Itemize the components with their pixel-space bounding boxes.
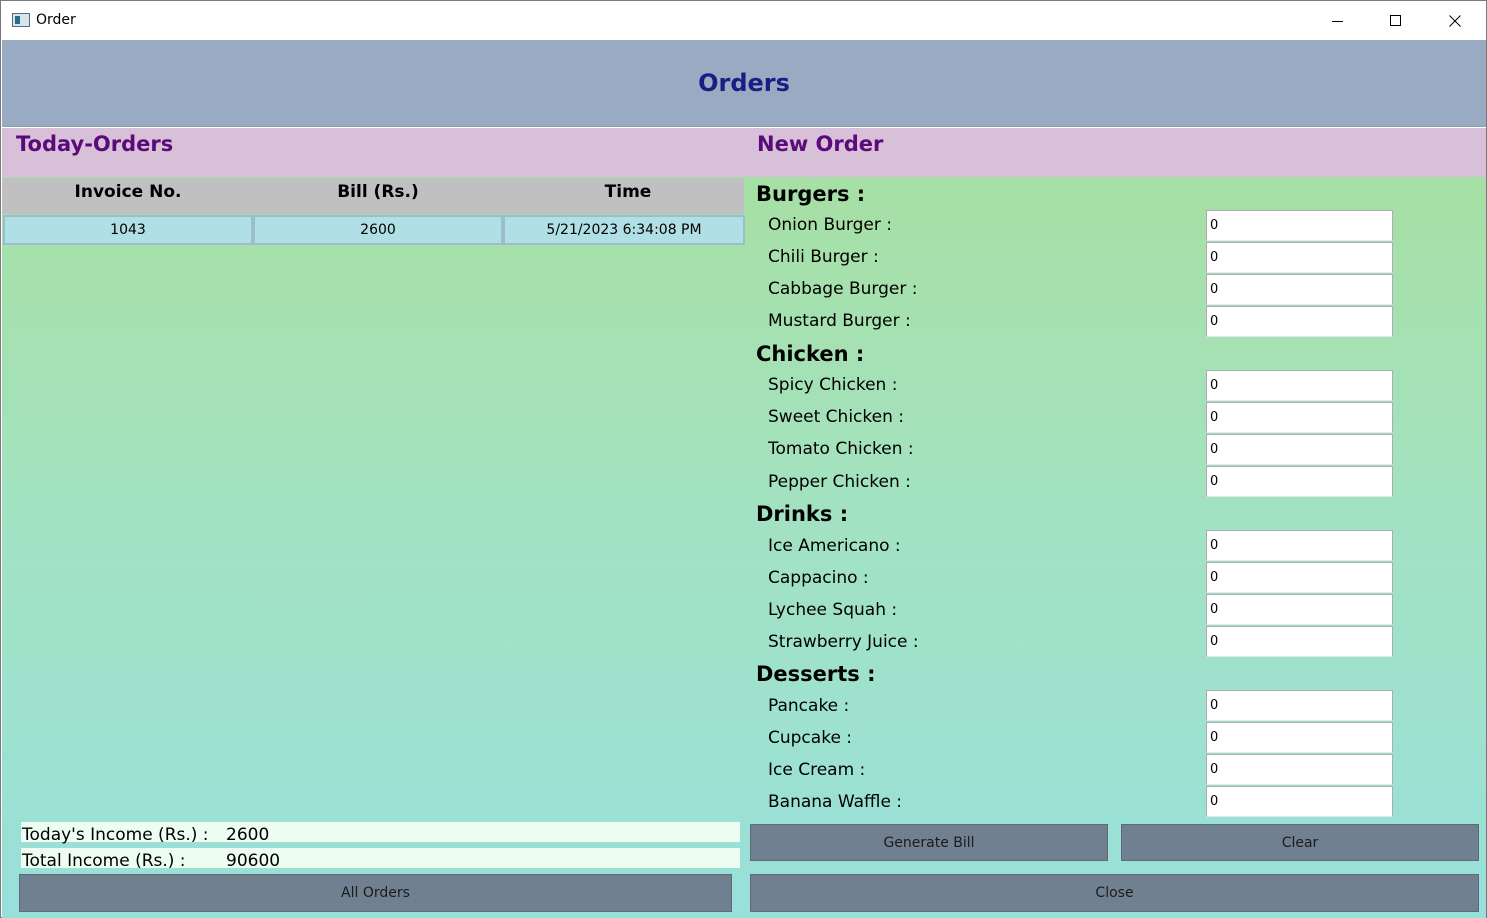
total-income-label: Total Income (Rs.) : — [22, 851, 186, 871]
qty-input-banana-waffle[interactable] — [1206, 786, 1393, 817]
qty-input-ice-cream[interactable] — [1206, 754, 1393, 785]
maximize-icon — [1390, 14, 1401, 26]
column-header-bill[interactable]: Bill (Rs.) — [254, 178, 502, 214]
close-icon — [1449, 14, 1461, 27]
qty-input-cabbage-burger[interactable] — [1206, 274, 1393, 305]
qty-input-cupcake[interactable] — [1206, 722, 1393, 753]
cell-invoice-no[interactable]: 1043 — [3, 215, 253, 245]
item-label-pancake: Pancake : — [768, 696, 850, 716]
item-label-spicy-chicken: Spicy Chicken : — [768, 375, 898, 395]
qty-input-tomato-chicken[interactable] — [1206, 434, 1393, 465]
category-title-desserts: Desserts : — [756, 662, 876, 686]
qty-input-pancake[interactable] — [1206, 690, 1393, 721]
minimize-icon — [1332, 20, 1343, 22]
category-title-drinks: Drinks : — [756, 502, 849, 526]
qty-input-pepper-chicken[interactable] — [1206, 466, 1393, 497]
item-label-banana-waffle: Banana Waffle : — [768, 792, 903, 812]
qty-input-strawberry-juice[interactable] — [1206, 626, 1393, 657]
title-bar[interactable]: Order — [1, 1, 1486, 40]
qty-input-onion-burger[interactable] — [1206, 210, 1393, 241]
generate-bill-button[interactable]: Generate Bill — [750, 824, 1108, 861]
qty-input-spicy-chicken[interactable] — [1206, 370, 1393, 401]
all-orders-button[interactable]: All Orders — [19, 874, 732, 912]
item-label-strawberry-juice: Strawberry Juice : — [768, 632, 919, 652]
today-orders-title: Today-Orders — [16, 132, 174, 156]
item-label-lychee-squah: Lychee Squah : — [768, 600, 898, 620]
close-button[interactable]: Close — [750, 874, 1479, 912]
column-header-time[interactable]: Time — [504, 178, 752, 214]
page-title: Orders — [698, 69, 790, 97]
todays-income-value: 2600 — [226, 825, 270, 845]
cell-time[interactable]: 5/21/2023 6:34:08 PM — [503, 215, 745, 245]
item-label-tomato-chicken: Tomato Chicken : — [768, 439, 914, 459]
maximize-button[interactable] — [1367, 1, 1425, 40]
app-window-icon — [12, 13, 30, 27]
todays-income-label: Today's Income (Rs.) : — [22, 825, 209, 845]
section-header-bar: Today-Orders New Order — [2, 128, 1486, 177]
item-label-chili-burger: Chili Burger : — [768, 247, 879, 267]
total-income-row: Total Income (Rs.) : 90600 — [21, 848, 740, 871]
item-label-mustard-burger: Mustard Burger : — [768, 311, 911, 331]
category-title-chicken: Chicken : — [756, 342, 865, 366]
qty-input-ice-americano[interactable] — [1206, 530, 1393, 561]
table-row[interactable]: 1043 2600 5/21/2023 6:34:08 PM — [3, 215, 745, 245]
order-window: Order Orders Today-Orders New Order Invo… — [0, 0, 1487, 918]
item-label-cappacino: Cappacino : — [768, 568, 869, 588]
column-header-invoice[interactable]: Invoice No. — [4, 178, 252, 214]
item-label-ice-cream: Ice Cream : — [768, 760, 866, 780]
todays-income-row: Today's Income (Rs.) : 2600 — [21, 822, 740, 845]
item-label-ice-americano: Ice Americano : — [768, 536, 901, 556]
window-title: Order — [36, 12, 76, 28]
clear-button[interactable]: Clear — [1121, 824, 1479, 861]
new-order-title: New Order — [757, 132, 884, 156]
item-label-cabbage-burger: Cabbage Burger : — [768, 279, 918, 299]
qty-input-cappacino[interactable] — [1206, 562, 1393, 593]
orders-table-header: Invoice No. Bill (Rs.) Time — [2, 178, 744, 214]
qty-input-sweet-chicken[interactable] — [1206, 402, 1393, 433]
category-title-burgers: Burgers : — [756, 182, 866, 206]
item-label-onion-burger: Onion Burger : — [768, 215, 892, 235]
item-label-sweet-chicken: Sweet Chicken : — [768, 407, 904, 427]
total-income-value: 90600 — [226, 851, 281, 871]
qty-input-chili-burger[interactable] — [1206, 242, 1393, 273]
cell-bill[interactable]: 2600 — [253, 215, 503, 245]
qty-input-mustard-burger[interactable] — [1206, 306, 1393, 337]
item-label-pepper-chicken: Pepper Chicken : — [768, 472, 911, 492]
item-label-cupcake: Cupcake : — [768, 728, 853, 748]
minimize-button[interactable] — [1309, 1, 1367, 40]
page-header: Orders — [2, 40, 1486, 127]
qty-input-lychee-squah[interactable] — [1206, 594, 1393, 625]
close-window-button[interactable] — [1426, 1, 1484, 40]
